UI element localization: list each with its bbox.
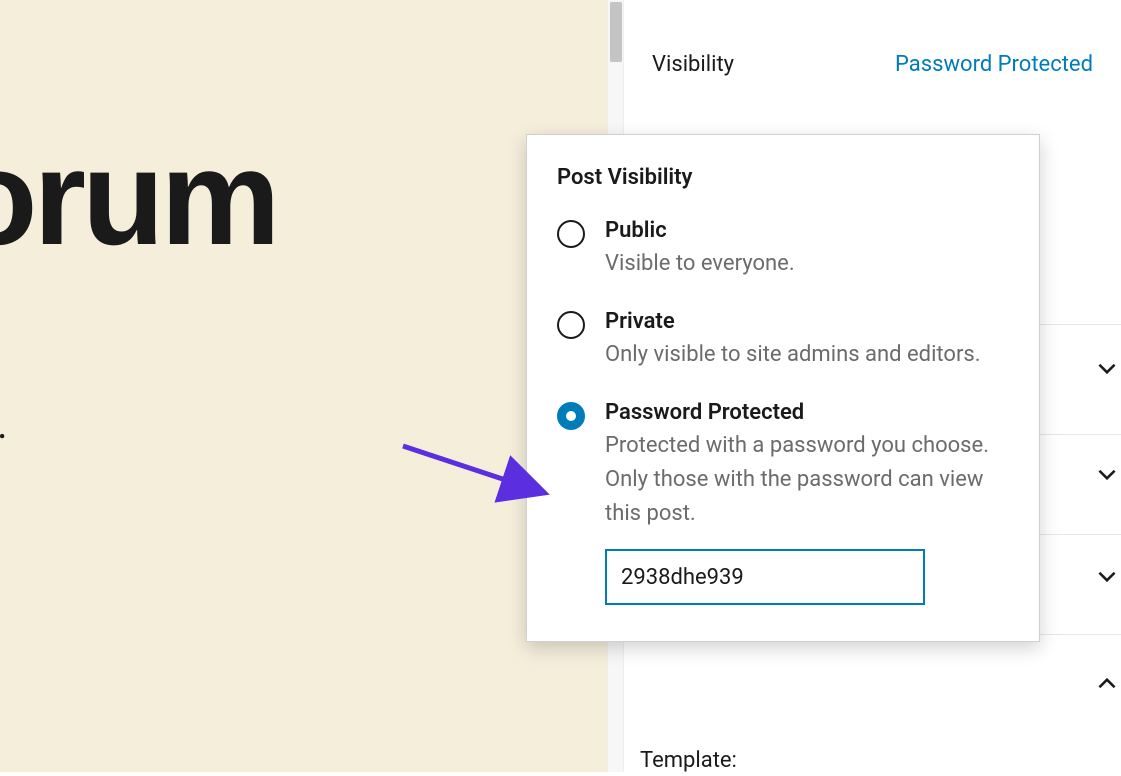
visibility-option-password[interactable]: Password Protected Protected with a pass… — [557, 400, 1009, 605]
popover-heading: Post Visibility — [557, 165, 1009, 190]
chevron-down-icon — [1094, 355, 1120, 381]
visibility-row: Visibility Password Protected — [624, 0, 1121, 111]
option-desc: Visible to everyone. — [605, 247, 1009, 281]
post-title[interactable]: nly Forum — [0, 120, 277, 275]
radio-password[interactable] — [557, 402, 585, 430]
chevron-up-icon — [1094, 671, 1120, 697]
chevron-down-icon — [1094, 461, 1120, 487]
visibility-popover: Post Visibility Public Visible to everyo… — [526, 134, 1040, 642]
post-password-input[interactable] — [605, 549, 925, 605]
post-body-text[interactable]: in the field below. — [0, 405, 7, 448]
visibility-value-button[interactable]: Password Protected — [895, 52, 1093, 77]
option-desc: Only visible to site admins and editors. — [605, 338, 1009, 372]
visibility-label: Visibility — [652, 52, 734, 77]
template-label: Template: — [640, 748, 737, 773]
option-body: Password Protected Protected with a pass… — [605, 400, 1009, 605]
option-body: Public Visible to everyone. — [605, 218, 1009, 281]
panel-toggle-2[interactable] — [1072, 456, 1121, 492]
option-title: Password Protected — [605, 400, 1009, 425]
editor-root: nly Forum in the field below. Visibility… — [0, 0, 1121, 776]
option-desc: Protected with a password you choose. On… — [605, 429, 1009, 531]
chevron-down-icon — [1094, 563, 1120, 589]
radio-public[interactable] — [557, 220, 585, 248]
option-title: Private — [605, 309, 1009, 334]
visibility-option-private[interactable]: Private Only visible to site admins and … — [557, 309, 1009, 372]
panel-toggle-4[interactable] — [1072, 666, 1121, 702]
option-body: Private Only visible to site admins and … — [605, 309, 1009, 372]
panel-toggle-1[interactable] — [1072, 350, 1121, 386]
panel-toggle-3[interactable] — [1072, 558, 1121, 594]
scrollbar-thumb[interactable] — [610, 2, 622, 62]
editor-canvas[interactable]: nly Forum in the field below. — [0, 0, 607, 772]
radio-private[interactable] — [557, 311, 585, 339]
option-title: Public — [605, 218, 1009, 243]
visibility-option-public[interactable]: Public Visible to everyone. — [557, 218, 1009, 281]
